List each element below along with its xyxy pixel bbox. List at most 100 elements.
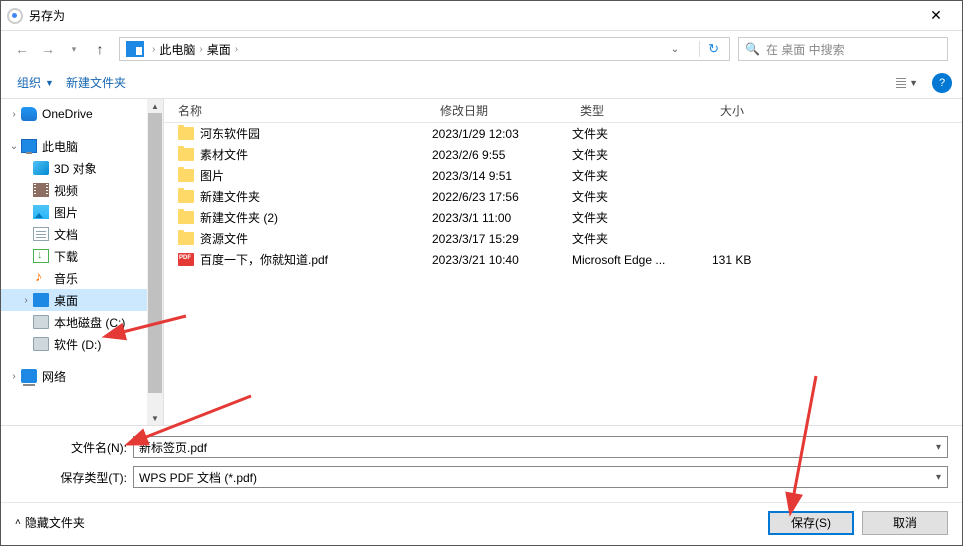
folder-icon (33, 293, 49, 307)
forward-button[interactable]: → (37, 38, 59, 60)
sidebar-item[interactable]: ›音乐 (1, 267, 163, 289)
scroll-down-icon[interactable]: ▼ (147, 411, 163, 425)
chevron-right-icon[interactable]: › (7, 371, 21, 382)
file-icon (178, 148, 194, 161)
folder-icon (33, 183, 49, 197)
breadcrumb-current[interactable]: 桌面 (207, 41, 231, 58)
refresh-icon[interactable]: ↻ (699, 41, 727, 57)
sidebar-item[interactable]: ›下载 (1, 245, 163, 267)
sidebar-item-label: 3D 对象 (54, 160, 97, 177)
column-header-type[interactable]: 类型 (572, 102, 712, 119)
bottom-panel: 文件名(N): 新标签页.pdf 保存类型(T): WPS PDF 文档 (*.… (1, 425, 962, 502)
organize-button[interactable]: 组织 ▼ (11, 70, 60, 95)
file-date: 2023/3/14 9:51 (432, 169, 572, 183)
file-list: 名称 修改日期 类型 大小 河东软件园2023/1/29 12:03文件夹素材文… (163, 99, 962, 425)
new-folder-button[interactable]: 新建文件夹 (60, 70, 132, 95)
sidebar-item[interactable]: ›视频 (1, 179, 163, 201)
file-row[interactable]: 百度一下，你就知道.pdf2023/3/21 10:40Microsoft Ed… (164, 249, 962, 270)
scroll-up-icon[interactable]: ▲ (147, 99, 163, 113)
sidebar-item-label: 视频 (54, 182, 78, 199)
column-header-size[interactable]: 大小 (712, 102, 832, 119)
folder-icon (33, 205, 49, 219)
app-icon (7, 8, 23, 24)
titlebar: 另存为 ✕ (1, 1, 962, 31)
sidebar-item[interactable]: ›软件 (D:) (1, 333, 163, 355)
file-type: 文件夹 (572, 125, 712, 142)
sidebar: › OneDrive ⌄ 此电脑 ›3D 对象›视频›图片›文档›下载›音乐›桌… (1, 99, 163, 425)
file-row[interactable]: 图片2023/3/14 9:51文件夹 (164, 165, 962, 186)
close-icon[interactable]: ✕ (916, 2, 956, 30)
filetype-label: 保存类型(T): (15, 469, 133, 486)
file-type: 文件夹 (572, 146, 712, 163)
search-input[interactable]: 🔍 在 桌面 中搜索 (738, 37, 948, 61)
folder-icon (33, 161, 49, 175)
file-icon (178, 211, 194, 224)
sidebar-item[interactable]: ›桌面 (1, 289, 163, 311)
file-date: 2023/3/21 10:40 (432, 253, 572, 267)
footer: ˄ 隐藏文件夹 保存(S) 取消 (1, 502, 962, 542)
chevron-right-icon[interactable]: › (19, 295, 33, 306)
file-date: 2023/3/17 15:29 (432, 232, 572, 246)
save-button[interactable]: 保存(S) (768, 511, 854, 535)
chevron-down-icon[interactable]: ⌄ (7, 141, 21, 152)
cancel-button[interactable]: 取消 (862, 511, 948, 535)
breadcrumb-separator-icon: › (195, 44, 206, 55)
up-button[interactable]: ↑ (89, 38, 111, 60)
breadcrumb-root[interactable]: 此电脑 (159, 41, 195, 58)
sidebar-item-label: 下载 (54, 248, 78, 265)
file-name: 新建文件夹 (2) (200, 209, 278, 226)
file-size: 131 KB (712, 253, 832, 267)
sidebar-item[interactable]: ›文档 (1, 223, 163, 245)
file-icon (178, 169, 194, 182)
search-placeholder: 在 桌面 中搜索 (766, 41, 845, 58)
breadcrumb-dropdown-icon[interactable]: ⌄ (663, 44, 699, 55)
sidebar-scrollbar[interactable]: ▲ ▼ (147, 99, 163, 425)
chevron-down-icon: ▼ (45, 78, 54, 88)
sidebar-item[interactable]: ›图片 (1, 201, 163, 223)
recent-dropdown[interactable]: ▾ (63, 38, 85, 60)
network-icon (21, 369, 37, 383)
onedrive-icon (21, 107, 37, 121)
sidebar-item[interactable]: ›本地磁盘 (C:) (1, 311, 163, 333)
file-name: 素材文件 (200, 146, 248, 163)
breadcrumb-separator-icon: › (231, 44, 242, 55)
chevron-right-icon[interactable]: › (7, 109, 21, 120)
filename-input[interactable]: 新标签页.pdf (133, 436, 948, 458)
folder-icon (33, 227, 49, 241)
hide-folders-button[interactable]: ˄ 隐藏文件夹 (15, 514, 85, 531)
breadcrumb[interactable]: › 此电脑 › 桌面 › ⌄ ↻ (119, 37, 730, 61)
column-header-date[interactable]: 修改日期 (432, 102, 572, 119)
column-header-name[interactable]: 名称 (164, 102, 432, 119)
folder-icon (33, 249, 49, 263)
file-date: 2023/2/6 9:55 (432, 148, 572, 162)
filetype-row: 保存类型(T): WPS PDF 文档 (*.pdf) (15, 466, 948, 488)
sidebar-item-this-pc[interactable]: ⌄ 此电脑 (1, 135, 163, 157)
sidebar-item-onedrive[interactable]: › OneDrive (1, 103, 163, 125)
file-name: 资源文件 (200, 230, 248, 247)
file-type: 文件夹 (572, 230, 712, 247)
file-date: 2022/6/23 17:56 (432, 190, 572, 204)
file-row[interactable]: 新建文件夹 (2)2023/3/1 11:00文件夹 (164, 207, 962, 228)
file-icon (178, 127, 194, 140)
file-date: 2023/1/29 12:03 (432, 127, 572, 141)
file-row[interactable]: 河东软件园2023/1/29 12:03文件夹 (164, 123, 962, 144)
file-type: Microsoft Edge ... (572, 253, 712, 267)
sidebar-item-label: 图片 (54, 204, 78, 221)
main-area: › OneDrive ⌄ 此电脑 ›3D 对象›视频›图片›文档›下载›音乐›桌… (1, 99, 962, 425)
folder-icon (33, 315, 49, 329)
file-type: 文件夹 (572, 209, 712, 226)
file-row[interactable]: 新建文件夹 2022/6/23 17:56文件夹 (164, 186, 962, 207)
help-icon[interactable]: ? (932, 73, 952, 93)
file-row[interactable]: 资源文件 2023/3/17 15:29文件夹 (164, 228, 962, 249)
navbar: ← → ▾ ↑ › 此电脑 › 桌面 › ⌄ ↻ 🔍 在 桌面 中搜索 (1, 31, 962, 67)
pc-icon (21, 139, 37, 153)
sidebar-item-network[interactable]: › 网络 (1, 365, 163, 387)
view-options-button[interactable]: ▼ (890, 75, 924, 91)
file-type: 文件夹 (572, 188, 712, 205)
file-row[interactable]: 素材文件 2023/2/6 9:55文件夹 (164, 144, 962, 165)
filetype-select[interactable]: WPS PDF 文档 (*.pdf) (133, 466, 948, 488)
file-name: 新建文件夹 (200, 188, 260, 205)
back-button[interactable]: ← (11, 38, 33, 60)
sidebar-item[interactable]: ›3D 对象 (1, 157, 163, 179)
scroll-thumb[interactable] (148, 113, 162, 393)
